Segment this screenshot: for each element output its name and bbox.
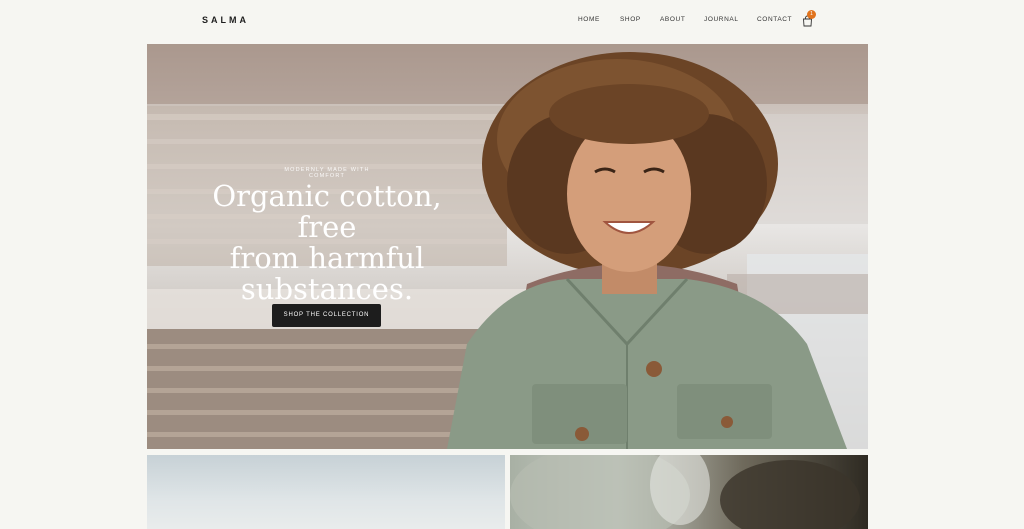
site-header: SALMA HOME SHOP ABOUT JOURNAL CONTACT 1 [0, 0, 1024, 44]
feature-tile-left[interactable] [147, 455, 505, 529]
nav-home[interactable]: HOME [578, 16, 600, 23]
nav-contact[interactable]: CONTACT [757, 16, 792, 23]
nav-shop[interactable]: SHOP [620, 16, 641, 23]
headline-line-3: substances. [240, 272, 414, 306]
nav-journal[interactable]: JOURNAL [704, 16, 739, 23]
hero-headline: Organic cotton, free from harmful substa… [187, 181, 467, 305]
feature-image-right [510, 455, 860, 529]
feature-tile-right[interactable] [510, 455, 868, 529]
hero-banner: MODERNLY MADE WITH COMFORT Organic cotto… [147, 44, 868, 449]
cart-count-badge: 1 [807, 10, 816, 19]
nav-about[interactable]: ABOUT [660, 16, 685, 23]
brand-logo[interactable]: SALMA [202, 15, 249, 25]
headline-line-2: from harmful [229, 241, 425, 275]
hero-kicker: MODERNLY MADE WITH COMFORT [284, 167, 370, 179]
headline-line-1: Organic cotton, free [212, 179, 442, 244]
shop-collection-button[interactable]: SHOP THE COLLECTION [272, 304, 381, 327]
